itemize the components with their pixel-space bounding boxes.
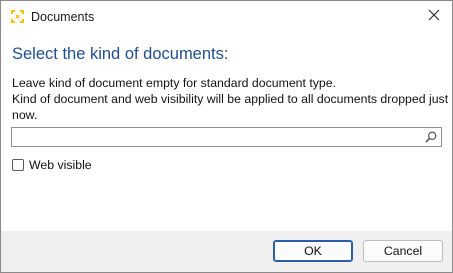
dialog-heading: Select the kind of documents: xyxy=(12,45,229,63)
description-line: now. xyxy=(12,108,38,122)
title-bar: Documents xyxy=(1,1,452,33)
search-icon[interactable] xyxy=(424,130,438,144)
documents-dialog: Documents Select the kind of documents: … xyxy=(0,0,453,273)
description-line: Kind of document and web visibility will… xyxy=(12,92,449,106)
dialog-description: Leave kind of document empty for standar… xyxy=(12,75,449,123)
dialog-content: Select the kind of documents: Leave kind… xyxy=(1,33,452,231)
close-button[interactable] xyxy=(416,1,452,33)
web-visible-option[interactable]: Web visible xyxy=(12,157,92,173)
web-visible-checkbox[interactable] xyxy=(12,159,24,171)
window-title: Documents xyxy=(31,10,95,24)
kind-of-document-input[interactable] xyxy=(14,129,418,145)
kind-of-document-field[interactable] xyxy=(11,127,442,147)
close-icon xyxy=(428,8,440,26)
dialog-footer: OK Cancel xyxy=(1,231,452,272)
cancel-button[interactable]: Cancel xyxy=(363,240,443,262)
ok-button[interactable]: OK xyxy=(273,240,353,262)
web-visible-label: Web visible xyxy=(29,158,92,172)
documents-app-icon xyxy=(10,9,25,24)
description-line: Leave kind of document empty for standar… xyxy=(12,76,337,90)
